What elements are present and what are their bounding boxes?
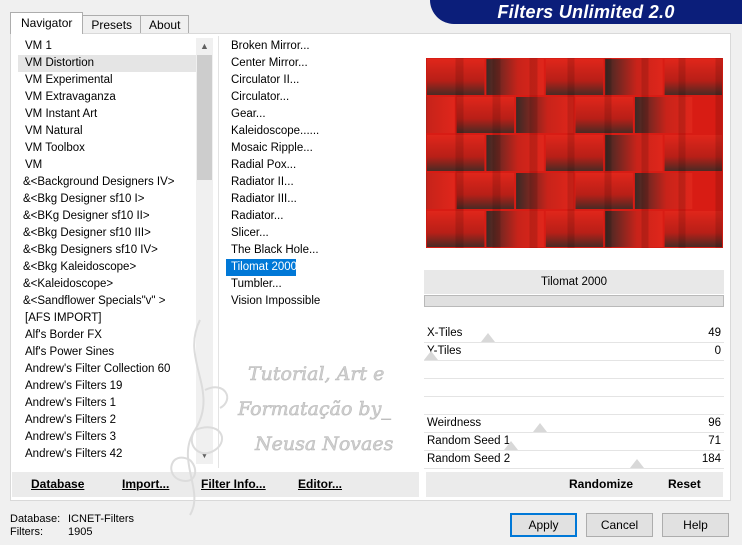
slider-thumb[interactable] bbox=[532, 423, 547, 432]
filter-item[interactable]: Radiator III... bbox=[226, 191, 416, 208]
filter-info-button[interactable]: Filter Info... bbox=[201, 472, 266, 497]
help-button[interactable]: Help bbox=[662, 513, 729, 537]
parameter-slider[interactable]: Weirdness 96 bbox=[424, 415, 724, 433]
category-item[interactable]: &<Kaleidoscope> bbox=[18, 276, 196, 293]
category-item[interactable]: &<Sandflower Specials"v" > bbox=[18, 293, 196, 310]
category-item[interactable]: &<Bkg Designers sf10 IV> bbox=[18, 242, 196, 259]
category-item[interactable]: VM Experimental bbox=[18, 72, 196, 89]
filter-item[interactable]: Tumbler... bbox=[226, 276, 416, 293]
slider-value: 0 bbox=[714, 345, 721, 357]
preview-progress-bar bbox=[424, 295, 724, 307]
filter-item[interactable]: Gear... bbox=[226, 106, 416, 123]
slider-thumb[interactable] bbox=[424, 351, 438, 360]
parameter-sliders: X-Tiles 49 Y-Tiles 0 Weirdness 96 Random Seed … bbox=[424, 325, 724, 469]
preview-image bbox=[426, 58, 723, 248]
parameter-slider[interactable]: Random Seed 2 184 bbox=[424, 451, 724, 469]
category-item[interactable]: Alf's Power Sines bbox=[18, 344, 196, 361]
category-scrollbar[interactable]: ▲ ▼ bbox=[196, 38, 213, 464]
slider-label: X-Tiles bbox=[427, 327, 463, 339]
filters-label: Filters: bbox=[10, 526, 43, 538]
editor-button[interactable]: Editor... bbox=[298, 472, 342, 497]
filter-item[interactable]: Mosaic Ripple... bbox=[226, 140, 416, 157]
slider-value: 49 bbox=[708, 327, 721, 339]
filter-item[interactable]: Radial Pox... bbox=[226, 157, 416, 174]
category-item[interactable]: &<Bkg Kaleidoscope> bbox=[18, 259, 196, 276]
category-item[interactable]: &<BKg Designer sf10 II> bbox=[18, 208, 196, 225]
preview-filter-name: Tilomat 2000 bbox=[424, 270, 724, 294]
parameter-slider[interactable]: Random Seed 1 71 bbox=[424, 433, 724, 451]
slider-thumb[interactable] bbox=[481, 333, 496, 342]
filter-preview bbox=[426, 58, 723, 248]
filter-item[interactable]: Circulator II... bbox=[226, 72, 416, 89]
slider-value: 96 bbox=[708, 417, 721, 429]
filter-item[interactable]: Vision Impossible bbox=[226, 293, 416, 310]
category-item[interactable]: &<Bkg Designer sf10 III> bbox=[18, 225, 196, 242]
slider-value: 184 bbox=[701, 453, 721, 465]
category-item[interactable]: VM Distortion bbox=[18, 55, 196, 72]
randomize-button[interactable]: Randomize bbox=[569, 472, 633, 497]
parameter-slider[interactable] bbox=[424, 379, 724, 397]
category-item[interactable]: Andrew's Filters 1 bbox=[18, 395, 196, 412]
left-button-bar: Database Import... Filter Info... Editor… bbox=[12, 472, 419, 497]
category-item[interactable]: [AFS IMPORT] bbox=[18, 310, 196, 327]
scroll-up-icon[interactable]: ▲ bbox=[196, 38, 213, 55]
category-item[interactable]: Andrew's Filters 3 bbox=[18, 429, 196, 446]
tab-about[interactable]: About bbox=[140, 15, 190, 34]
filter-item[interactable]: Broken Mirror... bbox=[226, 38, 416, 55]
filter-item[interactable]: Kaleidoscope...... bbox=[226, 123, 416, 140]
filter-item[interactable]: Radiator II... bbox=[226, 174, 416, 191]
parameter-slider[interactable]: X-Tiles 49 bbox=[424, 325, 724, 343]
scrollbar-thumb[interactable] bbox=[197, 55, 212, 180]
tab-navigator[interactable]: Navigator bbox=[10, 12, 84, 34]
import-button[interactable]: Import... bbox=[122, 472, 169, 497]
category-item[interactable]: &<Background Designers IV> bbox=[18, 174, 196, 191]
slider-label: Weirdness bbox=[427, 417, 482, 429]
category-item[interactable]: VM Instant Art bbox=[18, 106, 196, 123]
category-item[interactable]: Andrew's Filters 2 bbox=[18, 412, 196, 429]
parameter-slider[interactable] bbox=[424, 397, 724, 415]
cancel-button[interactable]: Cancel bbox=[586, 513, 653, 537]
apply-button[interactable]: Apply bbox=[510, 513, 577, 537]
slider-label: Random Seed 2 bbox=[427, 453, 511, 465]
filter-item[interactable]: Radiator... bbox=[226, 208, 416, 225]
category-item[interactable]: Alf's Border FX bbox=[18, 327, 196, 344]
database-value: ICNET-Filters bbox=[68, 513, 134, 525]
category-item[interactable]: VM Toolbox bbox=[18, 140, 196, 157]
category-item[interactable]: Andrew's Filters 42 bbox=[18, 446, 196, 463]
app-banner-title: Filters Unlimited 2.0 bbox=[430, 0, 742, 24]
tab-strip: Navigator Presets About bbox=[10, 12, 190, 34]
category-item[interactable]: VM Extravaganza bbox=[18, 89, 196, 106]
filter-item[interactable]: The Black Hole... bbox=[226, 242, 416, 259]
slider-thumb[interactable] bbox=[629, 459, 644, 468]
category-item[interactable]: VM Natural bbox=[18, 123, 196, 140]
category-item[interactable]: VM bbox=[18, 157, 196, 174]
parameter-slider[interactable]: Y-Tiles 0 bbox=[424, 343, 724, 361]
scroll-down-icon[interactable]: ▼ bbox=[196, 447, 213, 464]
filter-item[interactable]: Center Mirror... bbox=[226, 55, 416, 72]
reset-button[interactable]: Reset bbox=[668, 472, 701, 497]
category-item[interactable]: &<Bkg Designer sf10 I> bbox=[18, 191, 196, 208]
slider-thumb[interactable] bbox=[504, 441, 519, 450]
category-item[interactable]: Andrew's Filters 19 bbox=[18, 378, 196, 395]
right-button-bar: Randomize Reset bbox=[426, 472, 723, 497]
slider-label: Random Seed 1 bbox=[427, 435, 511, 447]
database-label: Database: bbox=[10, 513, 61, 525]
database-button[interactable]: Database bbox=[31, 472, 84, 497]
list-divider bbox=[218, 36, 219, 468]
filter-item[interactable]: Circulator... bbox=[226, 89, 416, 106]
parameter-slider[interactable] bbox=[424, 361, 724, 379]
filters-count: 1905 bbox=[68, 526, 93, 538]
category-item[interactable]: Andrew's Filter Collection 60 bbox=[18, 361, 196, 378]
status-info: Database: ICNET-Filters Filters: 1905 bbox=[10, 513, 134, 539]
slider-value: 71 bbox=[708, 435, 721, 447]
tab-presets[interactable]: Presets bbox=[82, 15, 142, 34]
filter-item[interactable]: Slicer... bbox=[226, 225, 416, 242]
category-list[interactable]: VM 1 VM Distortion VM Experimental VM Extra… bbox=[18, 38, 196, 464]
category-item[interactable]: VM 1 bbox=[18, 38, 196, 55]
filter-item[interactable]: Tilomat 2000 bbox=[226, 259, 297, 276]
filter-list[interactable]: Broken Mirror... Center Mirror... Circulat… bbox=[226, 38, 416, 464]
